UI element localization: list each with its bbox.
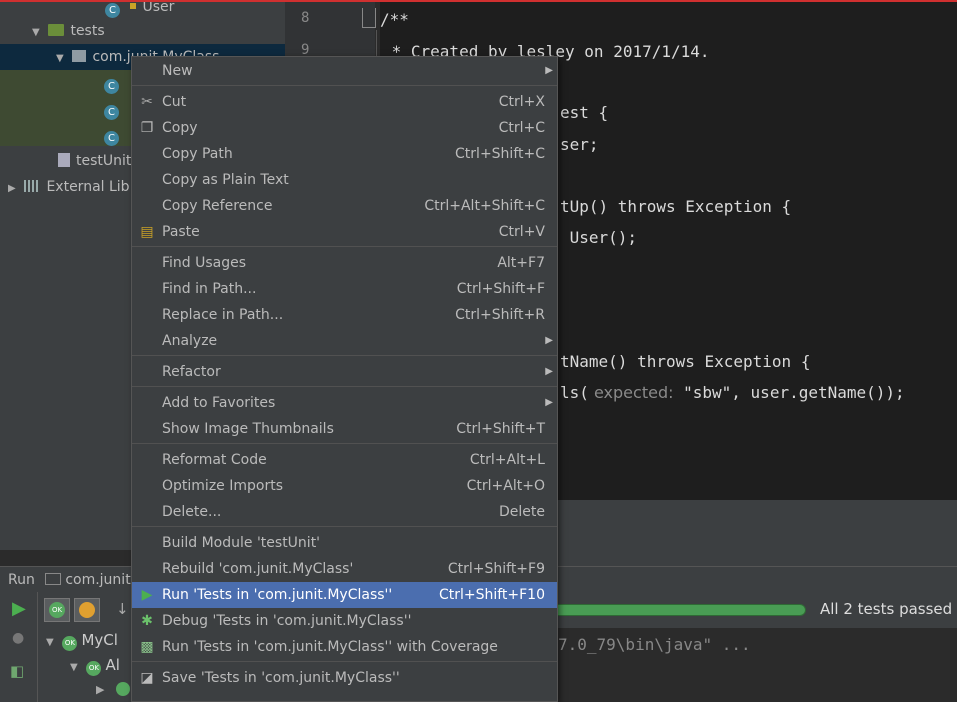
menu-item-find-usages[interactable]: Find Usages Alt+F7 [132, 250, 557, 276]
library-icon [24, 180, 41, 192]
test-result-child[interactable]: ▼ OK Al [70, 656, 120, 676]
test-progress-bar [550, 604, 806, 616]
code-line: est { [560, 103, 609, 122]
expand-arrow-icon[interactable]: ▼ [32, 20, 44, 46]
menu-separator [132, 85, 557, 86]
sort-icon[interactable]: ↓ [116, 600, 129, 618]
debug-bug-icon: ✱ [141, 613, 153, 629]
menu-item-optimize-imports[interactable]: Optimize Imports Ctrl+Alt+O [132, 473, 557, 499]
menu-item-find-in-path[interactable]: Find in Path... Ctrl+Shift+F [132, 276, 557, 302]
fold-marker-icon[interactable] [362, 8, 376, 28]
menu-item-replace-in-path[interactable]: Replace in Path... Ctrl+Shift+R [132, 302, 557, 328]
package-icon [72, 50, 87, 62]
run-side-toolbar: ▶ ● ◧ [0, 592, 38, 702]
code-line: /** [380, 10, 409, 29]
menu-item-save-tests[interactable]: ◪ Save 'Tests in 'com.junit.MyClass'' [132, 665, 557, 691]
paste-icon: ▤ [140, 224, 154, 240]
test-result-root[interactable]: ▼ OK MyCl [46, 631, 118, 651]
tree-item-tests[interactable]: ▼ tests [32, 18, 105, 44]
menu-item-show-image-thumbnails[interactable]: Show Image Thumbnails Ctrl+Shift+T [132, 416, 557, 442]
show-passed-toggle[interactable]: OK [44, 598, 70, 622]
code-line: User(); [560, 228, 638, 247]
menu-item-paste[interactable]: ▤ Paste Ctrl+V [132, 219, 557, 245]
menu-item-delete[interactable]: Delete... Delete [132, 499, 557, 525]
menu-separator [132, 661, 557, 662]
menu-item-cut[interactable]: ✂ Cut Ctrl+X [132, 89, 557, 115]
rerun-play-icon[interactable]: ▶ [12, 598, 26, 619]
submenu-arrow-icon: ▶ [545, 366, 553, 377]
run-play-icon: ▶ [141, 587, 153, 603]
expand-arrow-icon[interactable]: ▼ [56, 46, 68, 72]
code-line: tUp() throws Exception { [560, 197, 792, 216]
ok-icon: OK [86, 661, 102, 676]
class-icon: C [105, 3, 120, 18]
code-line: ls( expected: "sbw", user.getName()); [560, 383, 905, 402]
class-icon: C [104, 79, 119, 94]
copy-icon: ❐ [140, 120, 154, 136]
menu-item-copy-reference[interactable]: Copy Reference Ctrl+Alt+Shift+C [132, 193, 557, 219]
collapse-arrow-icon[interactable]: ▶ [96, 683, 104, 696]
class-icon: C [104, 105, 119, 120]
menu-item-copy[interactable]: ❐ Copy Ctrl+C [132, 115, 557, 141]
tree-item-test-class-2[interactable]: C [104, 96, 119, 122]
expand-arrow-icon[interactable]: ▼ [70, 662, 78, 673]
pin-icon[interactable]: ● [12, 630, 24, 646]
run-config-tab[interactable]: com.junit.l [65, 572, 139, 588]
submenu-arrow-icon: ▶ [545, 335, 553, 346]
menu-separator [132, 246, 557, 247]
menu-item-add-to-favorites[interactable]: Add to Favorites ▶ [132, 390, 557, 416]
save-icon: ◪ [140, 670, 154, 686]
collapse-arrow-icon[interactable]: ▶ [8, 176, 20, 202]
show-ignored-toggle[interactable] [74, 598, 100, 622]
folder-icon [48, 24, 65, 36]
menu-item-run-tests[interactable]: ▶ Run 'Tests in 'com.junit.MyClass'' Ctrl+… [132, 582, 557, 608]
menu-item-analyze[interactable]: Analyze ▶ [132, 328, 557, 354]
menu-separator [132, 526, 557, 527]
tree-item-test-class-3[interactable]: C [104, 122, 119, 148]
tree-item-test-unit[interactable]: testUnit [58, 148, 131, 174]
menu-separator [132, 386, 557, 387]
menu-item-run-with-coverage[interactable]: ▩ Run 'Tests in 'com.junit.MyClass'' with… [132, 634, 557, 660]
parameter-hint: expected: [588, 383, 674, 402]
menu-item-build-module[interactable]: Build Module 'testUnit' [132, 530, 557, 556]
ok-icon: OK [49, 602, 65, 618]
ok-icon: OK [62, 636, 78, 651]
module-file-icon [58, 153, 70, 167]
code-line: ser; [560, 135, 599, 154]
menu-item-reformat-code[interactable]: Reformat Code Ctrl+Alt+L [132, 447, 557, 473]
menu-separator [132, 443, 557, 444]
menu-separator [132, 355, 557, 356]
context-menu[interactable]: New ▶ ✂ Cut Ctrl+X ❐ Copy Ctrl+C Copy Path Ctr… [131, 56, 558, 702]
menu-item-new[interactable]: New ▶ [132, 58, 557, 84]
tree-item-user[interactable]: C User [105, 2, 174, 20]
line-number: 8 [301, 10, 310, 26]
menu-item-copy-path[interactable]: Copy Path Ctrl+Shift+C [132, 141, 557, 167]
class-icon: C [104, 131, 119, 146]
ignored-icon [79, 602, 95, 618]
tree-item-external-libraries[interactable]: ▶ External Lib [8, 174, 130, 200]
console-line: 7.0_79\bin\java" ... [558, 635, 751, 654]
menu-item-copy-plain-text[interactable]: Copy as Plain Text [132, 167, 557, 193]
console-output[interactable]: 7.0_79\bin\java" ... [558, 628, 957, 702]
scissors-icon: ✂ [141, 94, 153, 110]
menu-item-debug-tests[interactable]: ✱ Debug 'Tests in 'com.junit.MyClass'' [132, 608, 557, 634]
coverage-icon: ▩ [140, 639, 154, 655]
test-result-leaf[interactable]: ▶ [96, 682, 130, 696]
menu-item-refactor[interactable]: Refactor ▶ [132, 359, 557, 385]
ok-icon [115, 682, 130, 696]
expand-arrow-icon[interactable]: ▼ [46, 637, 54, 648]
export-icon[interactable]: ◧ [10, 662, 24, 680]
code-line: tName() throws Exception { [560, 352, 811, 371]
test-status-text: All 2 tests passed - [820, 600, 957, 618]
field-marker-icon [130, 3, 137, 9]
submenu-arrow-icon: ▶ [545, 397, 553, 408]
run-config-icon [45, 573, 62, 585]
tree-item-test-class-1[interactable]: C [104, 70, 119, 96]
menu-item-rebuild[interactable]: Rebuild 'com.junit.MyClass' Ctrl+Shift+F9 [132, 556, 557, 582]
submenu-arrow-icon: ▶ [545, 65, 553, 76]
run-label: Run [8, 572, 35, 588]
